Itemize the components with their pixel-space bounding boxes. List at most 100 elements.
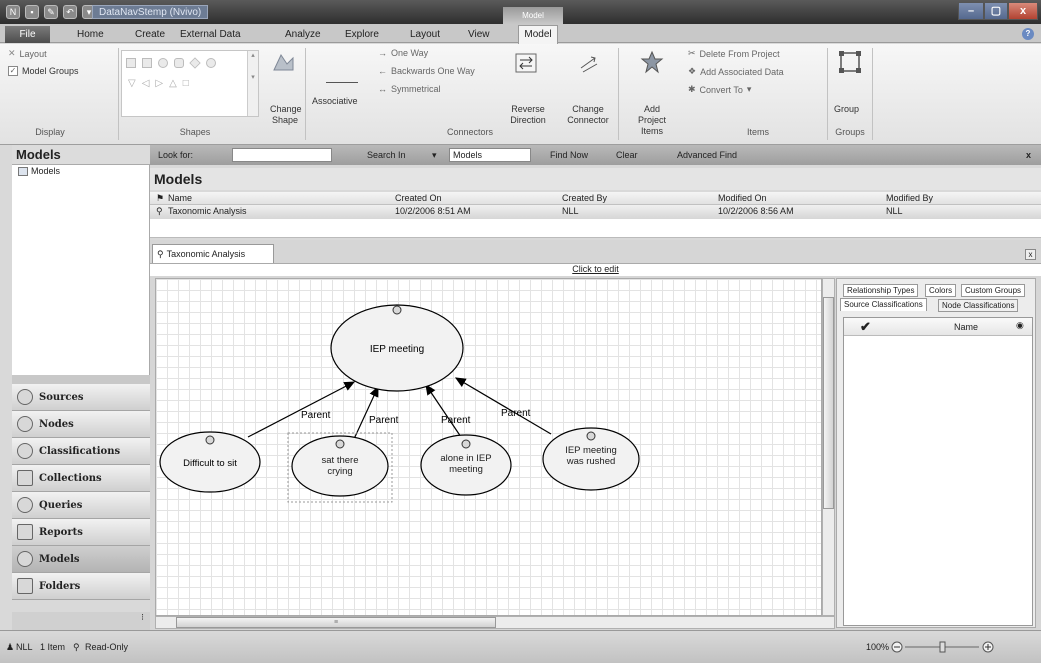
group-icon[interactable] (838, 50, 862, 74)
context-tab-caption: Model (503, 7, 563, 24)
checkmark-icon[interactable]: ✔ (860, 319, 871, 335)
tab-source-classifications[interactable]: Source Classifications (840, 298, 927, 311)
display-group-label: Display (35, 127, 65, 137)
column-header-created-by[interactable]: Created By (562, 193, 607, 203)
rounded-rect-shape-icon[interactable] (174, 58, 184, 68)
undo-icon[interactable]: ↶ (63, 5, 77, 19)
nav-sources[interactable]: Sources (12, 384, 150, 411)
layout-button[interactable]: ✕ Layout (8, 48, 47, 59)
grid-header-name[interactable]: Name (954, 322, 978, 332)
tab-analyze[interactable]: Analyze (285, 29, 321, 40)
tab-home[interactable]: Home (77, 29, 104, 40)
model-canvas[interactable]: Parent Parent Parent Parent IEP meeting … (155, 278, 822, 616)
advanced-find-button[interactable]: Advanced Find (677, 150, 737, 160)
change-connector-icon[interactable] (577, 52, 601, 74)
add-project-items-button[interactable]: Add Project Items (632, 104, 672, 137)
search-in-dropdown-icon[interactable]: ▾ (432, 150, 437, 161)
help-icon[interactable]: ? (1022, 28, 1034, 40)
symmetrical-button[interactable]: ↔ Symmetrical (378, 84, 441, 94)
canvas-vertical-scroll-thumb[interactable] (823, 297, 834, 509)
nav-collections[interactable]: Collections (12, 465, 150, 492)
triangle-shapes-icon[interactable]: ▽◁▷△□ (128, 78, 195, 89)
find-bar-close-button[interactable]: x (1026, 150, 1031, 160)
tab-explore[interactable]: Explore (345, 29, 379, 40)
status-bar: ♟ NLL 1 Item ⚲ Read-Only 100% (0, 630, 1041, 663)
groups-group-label: Groups (835, 127, 865, 137)
backwards-one-way-button[interactable]: ← Backwards One Way (378, 66, 475, 76)
tab-relationship-types[interactable]: Relationship Types (843, 284, 919, 297)
diamond-shape-icon[interactable] (189, 57, 201, 69)
look-for-input[interactable] (232, 148, 332, 162)
tab-colors[interactable]: Colors (925, 284, 957, 297)
model-groups-toggle[interactable]: ✓ Model Groups (8, 66, 79, 76)
nav-collections-label: Collections (39, 472, 102, 484)
maximize-button[interactable]: ▢ (984, 2, 1008, 20)
zoom-slider[interactable] (891, 641, 996, 653)
tab-model[interactable]: Model (518, 25, 558, 44)
square-shape-icon[interactable] (126, 58, 136, 68)
edge-crying-to-parent[interactable] (353, 385, 379, 440)
clear-button[interactable]: Clear (616, 150, 638, 160)
nav-nodes[interactable]: Nodes (12, 411, 150, 438)
canvas-horizontal-scroll-thumb[interactable]: ≡ (176, 617, 496, 628)
close-button[interactable]: x (1008, 2, 1038, 20)
nav-models[interactable]: Models (12, 546, 150, 573)
add-associated-data-button[interactable]: ❖ Add Associated Data (688, 66, 784, 77)
change-connector-button[interactable]: Change Connector (563, 104, 613, 126)
model-groups-label: Model Groups (22, 66, 79, 76)
nav-configure-button[interactable]: ⁝ (12, 612, 150, 630)
tree-item-models[interactable]: Models (18, 166, 60, 176)
change-shape-button[interactable]: Change Shape (270, 104, 302, 126)
associated-data-icon: ❖ (688, 66, 697, 76)
find-now-button[interactable]: Find Now (550, 150, 588, 160)
detail-tab[interactable]: ⚲ Taxonomic Analysis (152, 244, 274, 263)
circle-shape-icon[interactable] (158, 58, 168, 68)
tab-file[interactable]: File (5, 26, 50, 43)
eye-icon[interactable]: ◉ (1016, 320, 1024, 331)
model-groups-checkbox[interactable]: ✓ (8, 66, 18, 76)
edge-alone-to-parent[interactable] (425, 384, 462, 438)
folders-icon (17, 578, 33, 594)
column-header-modified-by[interactable]: Modified By (886, 193, 933, 203)
column-header-modified-on[interactable]: Modified On (718, 193, 767, 203)
column-header-created-on[interactable]: Created On (395, 193, 442, 203)
nav-reports[interactable]: Reports (12, 519, 150, 546)
delete-from-project-button[interactable]: ✂ Delete From Project (688, 48, 780, 59)
nav-reports-label: Reports (39, 526, 83, 538)
edit-icon[interactable]: ✎ (44, 5, 58, 19)
nav-classifications[interactable]: Classifications (12, 438, 150, 465)
add-project-items-icon[interactable] (640, 50, 664, 74)
nav-splitter[interactable] (12, 375, 150, 384)
add-project-items-label: Add Project Items (637, 104, 666, 136)
arrow-right-icon: → (378, 48, 387, 58)
convert-to-button[interactable]: ✱ Convert To ▾ (688, 84, 751, 95)
shape-gallery[interactable]: ▽◁▷△□ (121, 50, 259, 117)
zoom-thumb[interactable] (939, 641, 946, 653)
associative-button[interactable]: Associative (312, 96, 358, 106)
app-icon[interactable]: N (6, 5, 20, 19)
ellipse-shape-icon[interactable] (206, 58, 216, 68)
tab-layout[interactable]: Layout (410, 29, 440, 40)
tab-view[interactable]: View (468, 29, 490, 40)
tab-custom-groups[interactable]: Custom Groups (961, 284, 1026, 297)
reverse-direction-icon[interactable] (514, 52, 538, 74)
shape-gallery-scrollbar[interactable]: ▴ ▾ (247, 51, 258, 116)
reverse-direction-button[interactable]: Reverse Direction (510, 104, 546, 126)
rounded-square-shape-icon[interactable] (142, 58, 152, 68)
nav-folders[interactable]: Folders (12, 573, 150, 600)
tab-create[interactable]: Create (135, 29, 165, 40)
search-in-field[interactable]: Models (449, 148, 531, 162)
group-button[interactable]: Group (834, 104, 859, 114)
change-shape-icon[interactable] (271, 52, 297, 74)
search-in-button[interactable]: Search In (367, 150, 406, 160)
click-to-edit-link[interactable]: Click to edit (572, 264, 619, 274)
table-row[interactable]: ⚲ Taxonomic Analysis 10/2/2006 8:51 AM N… (150, 205, 1041, 219)
column-header-name[interactable]: Name (168, 193, 192, 203)
detail-close-button[interactable]: x (1025, 249, 1036, 260)
save-icon[interactable]: ▪ (25, 5, 39, 19)
one-way-button[interactable]: → One Way (378, 48, 428, 58)
minimize-button[interactable]: – (958, 2, 984, 20)
tab-node-classifications[interactable]: Node Classifications (938, 299, 1019, 312)
nav-queries[interactable]: Queries (12, 492, 150, 519)
tab-external-data[interactable]: External Data (180, 29, 241, 40)
